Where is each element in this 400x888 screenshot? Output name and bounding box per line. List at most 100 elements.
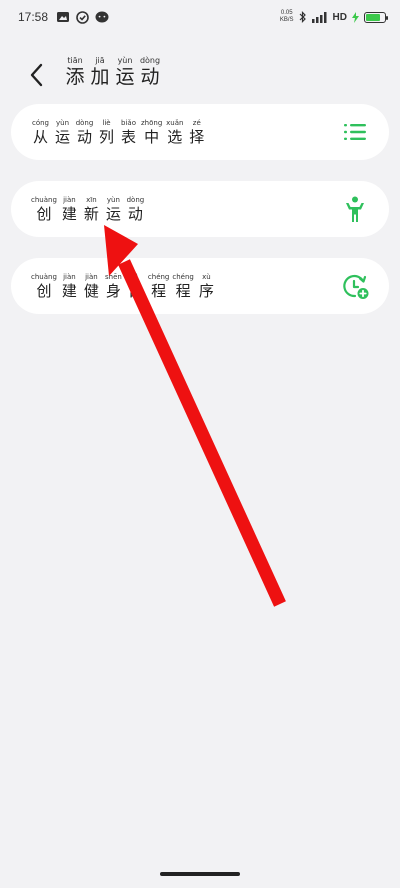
status-bar: 17:58 0.05 KB/S HD — [0, 0, 400, 34]
pinyin: jiàn — [85, 272, 98, 281]
hanzi: 加 — [90, 66, 110, 88]
ruby-char: jiàn 建 — [60, 196, 79, 223]
ruby-char: rì 日 — [126, 273, 145, 300]
hanzi: 创 — [36, 281, 52, 300]
hanzi: 列 — [98, 127, 114, 146]
pinyin: rì — [132, 272, 138, 281]
ruby-char: chuàng 创 — [31, 196, 57, 223]
pinyin: dòng — [139, 56, 161, 65]
charging-icon — [352, 11, 359, 23]
create-fitness-schedule-option[interactable]: chuàng 创 jiàn 建 jiàn 健 shēn 身 rì 日 chéng 程 chéng 程 xù 序 — [11, 258, 389, 314]
ruby-char: chéng 程 — [148, 273, 169, 300]
pinyin: cóng — [31, 118, 49, 127]
pinyin: jiàn — [63, 272, 76, 281]
pinyin: yùn — [117, 56, 133, 65]
hanzi: 日 — [127, 281, 143, 300]
hanzi: 程 — [151, 281, 167, 300]
hanzi: 运 — [115, 66, 135, 88]
option-label: chuàng 创 jiàn 建 xīn 新 yùn 运 dòng 动 — [31, 196, 145, 223]
option-label: chuàng 创 jiàn 建 jiàn 健 shēn 身 rì 日 chéng 程 chéng 程 xù 序 — [31, 273, 216, 300]
battery-icon — [364, 11, 388, 23]
option-label: cóng 从 yùn 运 dòng 动 liè 列 biǎo 表 zhōng 中 xuǎn 选 zé 择 — [31, 119, 206, 146]
ruby-char: jiàn 健 — [82, 273, 101, 300]
back-button[interactable] — [26, 62, 48, 88]
check-circle-icon — [76, 10, 89, 24]
status-notification-icons — [56, 10, 109, 24]
hanzi: 从 — [32, 127, 48, 146]
wechat-icon — [95, 11, 109, 22]
ruby-char: xù 序 — [197, 273, 216, 300]
hanzi: 健 — [83, 281, 99, 300]
hanzi: 新 — [83, 204, 99, 223]
hanzi: 表 — [120, 127, 136, 146]
pinyin: tiān — [67, 56, 83, 65]
bluetooth-icon — [299, 11, 306, 23]
ruby-char: shēn 身 — [104, 273, 123, 300]
ruby-char: xīn 新 — [82, 196, 101, 223]
hanzi: 动 — [76, 127, 92, 146]
ruby-char: yùn 运 — [104, 196, 123, 223]
header: tiān 添 jiā 加 yùn 运 dòng 动 — [0, 56, 400, 96]
ruby-char: zé 择 — [187, 119, 206, 146]
pinyin: xuǎn — [166, 118, 184, 127]
pinyin: zé — [192, 118, 201, 127]
ruby-char: zhōng 中 — [141, 119, 162, 146]
ruby-char: cóng 从 — [31, 119, 50, 146]
pinyin: chuàng — [31, 195, 57, 204]
image-notification-icon — [57, 12, 70, 22]
hanzi: 添 — [65, 66, 85, 88]
battery-level — [366, 13, 381, 21]
ruby-char: jiàn 建 — [60, 273, 79, 300]
pinyin: chéng — [147, 272, 170, 281]
hanzi: 建 — [61, 204, 77, 223]
signal-icon — [311, 11, 327, 23]
hanzi: 建 — [61, 281, 77, 300]
pinyin: dòng — [126, 195, 145, 204]
hanzi: 程 — [175, 281, 191, 300]
hanzi: 选 — [167, 127, 183, 146]
hanzi: 运 — [54, 127, 70, 146]
pinyin: liè — [102, 118, 111, 127]
home-indicator[interactable] — [160, 872, 240, 876]
pinyin: chuàng — [31, 272, 57, 281]
hanzi: 动 — [140, 66, 160, 88]
ruby-char: dòng 动 — [126, 196, 145, 223]
ruby-char: chéng 程 — [172, 273, 193, 300]
page-title: tiān 添 jiā 加 yùn 运 dòng 动 — [64, 56, 161, 88]
list-icon — [344, 124, 366, 140]
network-type: HD — [332, 11, 347, 23]
hanzi: 中 — [144, 127, 160, 146]
ruby-char: tiān 添 — [64, 56, 86, 88]
pinyin: jiàn — [63, 195, 76, 204]
ruby-char: chuàng 创 — [31, 273, 57, 300]
status-system-icons: 0.05 KB/S HD — [279, 10, 388, 24]
ruby-char: xuǎn 选 — [165, 119, 184, 146]
ruby-char: liè 列 — [97, 119, 116, 146]
net-speed: 0.05 KB/S — [279, 10, 294, 23]
pinyin: yùn — [55, 118, 69, 127]
pinyin: dòng — [75, 118, 94, 127]
pinyin: zhōng — [141, 118, 163, 127]
pinyin: xù — [202, 272, 211, 281]
page-title-text: tiān 添 jiā 加 yùn 运 dòng 动 — [64, 56, 161, 88]
hanzi: 创 — [36, 204, 52, 223]
ruby-char: dòng 动 — [75, 119, 94, 146]
ruby-char: biǎo 表 — [119, 119, 138, 146]
create-new-exercise-option[interactable]: chuàng 创 jiàn 建 xīn 新 yùn 运 dòng 动 — [11, 181, 389, 237]
hanzi: 动 — [127, 204, 143, 223]
select-from-exercise-list-option[interactable]: cóng 从 yùn 运 dòng 动 liè 列 biǎo 表 zhōng 中 xuǎn 选 zé 择 — [11, 104, 389, 160]
pinyin: jiā — [95, 56, 105, 65]
pinyin: chéng — [172, 272, 194, 281]
fitness-person-icon — [346, 196, 364, 222]
pinyin: xīn — [86, 195, 97, 204]
hanzi: 运 — [105, 204, 121, 223]
hanzi: 序 — [198, 281, 214, 300]
pinyin: shēn — [104, 272, 122, 281]
pinyin: biǎo — [121, 118, 136, 127]
pinyin: yùn — [106, 195, 120, 204]
schedule-add-icon — [343, 274, 369, 299]
hanzi: 择 — [189, 127, 205, 146]
ruby-char: yùn 运 — [114, 56, 136, 88]
ruby-char: jiā 加 — [89, 56, 111, 88]
ruby-char: yùn 运 — [53, 119, 72, 146]
